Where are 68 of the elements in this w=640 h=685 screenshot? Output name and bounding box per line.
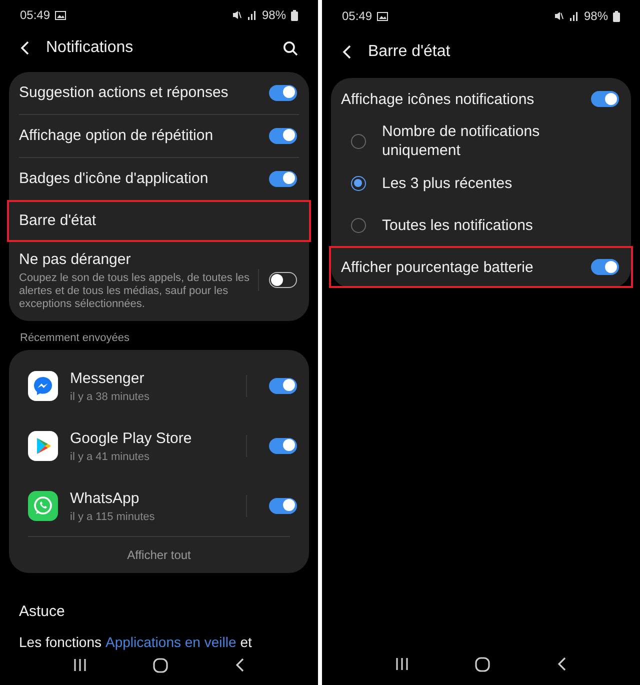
- app-time: il y a 41 minutes: [70, 450, 150, 463]
- tip-title: Astuce: [18, 602, 66, 620]
- toggle-switch[interactable]: [269, 498, 297, 514]
- back-icon[interactable]: [556, 657, 567, 671]
- setting-row[interactable]: Affichage option de répétition: [9, 114, 309, 157]
- setting-row[interactable]: Toutes les notifications: [331, 204, 631, 246]
- tip-text: et: [240, 634, 252, 650]
- setting-row[interactable]: Ne pas déranger Coupez le son de tous les appels, de toutes les alertes et de tous les médias, sauf pour les exceptions sélectionnées.: [9, 242, 309, 321]
- app-name: WhatsApp: [70, 488, 140, 508]
- section-header: Récemment envoyées: [19, 330, 130, 346]
- setting-row[interactable]: Affichage icônes notifications: [331, 78, 631, 120]
- image-icon: [377, 12, 388, 20]
- toggle-switch[interactable]: [269, 272, 297, 288]
- status-time: 05:49: [342, 9, 372, 23]
- back-icon[interactable]: [234, 658, 245, 672]
- app-time: il y a 38 minutes: [70, 390, 150, 403]
- app-time: il y a 115 minutes: [70, 510, 156, 523]
- radio-button[interactable]: [351, 176, 366, 190]
- setting-label: Ne pas déranger: [19, 250, 132, 269]
- setting-label: Affichage icônes notifications: [341, 90, 536, 108]
- highlighted-setting[interactable]: Afficher pourcentage batterie: [329, 246, 633, 288]
- setting-label: Suggestion actions et réponses: [19, 83, 230, 102]
- radio-button[interactable]: [351, 134, 366, 148]
- highlighted-setting[interactable]: Barre d'état: [7, 200, 311, 242]
- toggle-switch[interactable]: [591, 259, 619, 275]
- mute-icon: [554, 11, 564, 21]
- tip-text: Les fonctions: [19, 634, 102, 650]
- app-name: Messenger: [70, 368, 146, 388]
- setting-label: Badges d'icône d'application: [19, 169, 210, 188]
- setting-row[interactable]: Suggestion actions et réponses: [9, 72, 309, 114]
- image-icon: [55, 10, 66, 20]
- signal-icon: [246, 10, 257, 20]
- show-all-button[interactable]: Afficher tout: [9, 536, 309, 573]
- mute-icon: [232, 10, 242, 20]
- status-time: 05:49: [20, 8, 50, 22]
- screen-title: Barre d'état: [368, 43, 450, 61]
- setting-description: Coupez le son de tous les appels, de toutes les alertes et de tous les médias, sauf pour les exceptions sélectionnées.: [19, 272, 251, 311]
- radio-button[interactable]: [351, 218, 366, 232]
- toggle-switch[interactable]: [269, 84, 297, 101]
- phone-bubble-icon: [28, 490, 58, 521]
- app-name: Google Play Store: [70, 428, 193, 448]
- toggle-switch[interactable]: [269, 128, 297, 144]
- setting-label: Affichage option de répétition: [19, 126, 214, 146]
- recent-apps-icon[interactable]: [73, 658, 88, 672]
- toggle-switch[interactable]: [269, 438, 297, 454]
- battery-icon: [613, 10, 620, 22]
- setting-label: Afficher pourcentage batterie: [341, 258, 534, 276]
- toggle-switch[interactable]: [269, 378, 297, 394]
- battery-level: 98%: [584, 9, 608, 23]
- home-icon[interactable]: [153, 658, 168, 673]
- option-label: Nombre de notifications uniquement: [382, 122, 541, 160]
- recent-apps-icon[interactable]: [395, 657, 410, 671]
- home-icon[interactable]: [475, 656, 490, 672]
- setting-row[interactable]: Badges d'icône d'application: [9, 158, 309, 200]
- option-label: Toutes les notifications: [382, 216, 533, 234]
- option-label: Les 3 plus récentes: [382, 174, 512, 192]
- toggle-switch[interactable]: [591, 91, 619, 107]
- battery-icon: [291, 10, 298, 21]
- battery-level: 98%: [262, 8, 286, 22]
- screen-title: Notifications: [46, 39, 134, 58]
- toggle-switch[interactable]: [269, 170, 297, 187]
- search-icon[interactable]: [283, 40, 298, 56]
- chat-bubble-icon: [28, 370, 58, 401]
- signal-icon: [568, 11, 579, 21]
- setting-label: Barre d'état: [19, 211, 98, 230]
- setting-row[interactable]: Les 3 plus récentes: [331, 162, 631, 204]
- tip-link[interactable]: Applications en veille: [106, 634, 236, 650]
- setting-row[interactable]: Nombre de notifications uniquement: [331, 120, 631, 162]
